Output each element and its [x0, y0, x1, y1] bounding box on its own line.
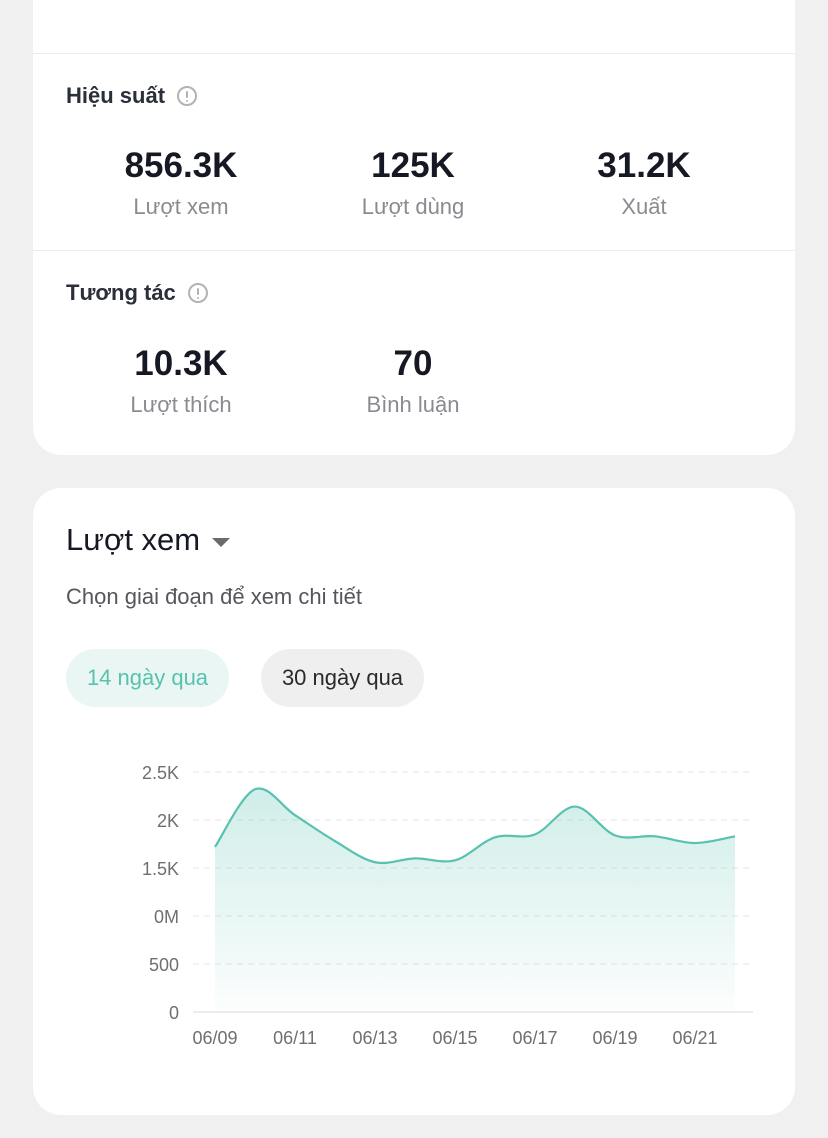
- x-tick-label: 06/17: [512, 1028, 557, 1048]
- data-point: [253, 787, 257, 791]
- divider: [33, 53, 795, 54]
- metric-views: 856.3K Lượt xem: [66, 146, 296, 220]
- data-point: [613, 833, 617, 837]
- y-tick-label: 2.5K: [142, 763, 179, 783]
- x-tick-label: 06/09: [192, 1028, 237, 1048]
- data-point: [653, 834, 657, 838]
- views-line-chart: 0 500 0M 1.5K 2K 2.5K 06/09 06/11 06/13 06/15 06/1…: [142, 763, 753, 1048]
- metric-comments: 70 Bình luận: [298, 344, 528, 418]
- engagement-header: Tương tác: [66, 280, 208, 306]
- stats-card: Hiệu suất 856.3K Lượt xem 125K Lượt dùng…: [33, 0, 795, 455]
- y-tick-label: 500: [149, 955, 179, 975]
- y-tick-label: 2K: [157, 811, 179, 831]
- x-tick-label: 06/11: [273, 1028, 317, 1048]
- chart-subtitle: Chọn giai đoạn để xem chi tiết: [66, 584, 362, 609]
- data-point: [453, 858, 457, 862]
- y-tick-label: 0M: [154, 907, 179, 927]
- metric-label: Xuất: [621, 194, 667, 219]
- views-chart-card: Lượt xem Chọn giai đoạn để xem chi tiết …: [33, 488, 795, 1115]
- metric-value: 10.3K: [134, 344, 228, 383]
- data-point: [213, 845, 217, 849]
- data-point: [533, 832, 537, 836]
- data-point: [493, 835, 497, 839]
- series-area: [215, 788, 735, 1012]
- metric-label: Lượt xem: [133, 194, 229, 219]
- metric-dropdown-label: Lượt xem: [66, 522, 201, 557]
- range-30-days-button[interactable]: 30 ngày qua: [261, 649, 424, 707]
- divider: [33, 250, 795, 251]
- y-tick-label: 1.5K: [142, 859, 179, 879]
- data-point: [413, 856, 417, 860]
- data-point: [293, 813, 297, 817]
- metric-dropdown[interactable]: Lượt xem: [66, 522, 231, 558]
- metric-value: 125K: [371, 146, 455, 185]
- metric-label: Lượt dùng: [361, 194, 465, 219]
- metric-value: 31.2K: [597, 146, 691, 185]
- x-tick-label: 06/19: [592, 1028, 637, 1048]
- engagement-title: Tương tác: [66, 280, 176, 305]
- data-point: [373, 860, 377, 864]
- x-tick-label: 06/21: [672, 1028, 717, 1048]
- metric-label: Bình luận: [366, 392, 460, 417]
- data-point: [573, 805, 577, 809]
- metric-uses: 125K Lượt dùng: [298, 146, 528, 220]
- x-tick-label: 06/13: [352, 1028, 397, 1048]
- caret-down-icon: [212, 537, 231, 547]
- x-tick-label: 06/15: [432, 1028, 477, 1048]
- metric-value: 856.3K: [124, 146, 238, 185]
- data-point: [333, 839, 337, 843]
- metric-value: 70: [393, 344, 433, 383]
- metric-likes: 10.3K Lượt thích: [66, 344, 296, 418]
- performance-header: Hiệu suất: [66, 83, 198, 109]
- performance-title: Hiệu suất: [66, 83, 166, 108]
- range-14-days-button[interactable]: 14 ngày qua: [66, 649, 229, 707]
- data-point: [693, 841, 697, 845]
- info-icon[interactable]: [177, 86, 198, 106]
- info-icon[interactable]: [187, 283, 208, 303]
- y-tick-label: 0: [169, 1003, 179, 1023]
- metric-label: Lượt thích: [130, 392, 232, 417]
- metric-exports: 31.2K Xuất: [529, 146, 759, 220]
- data-point: [733, 834, 737, 838]
